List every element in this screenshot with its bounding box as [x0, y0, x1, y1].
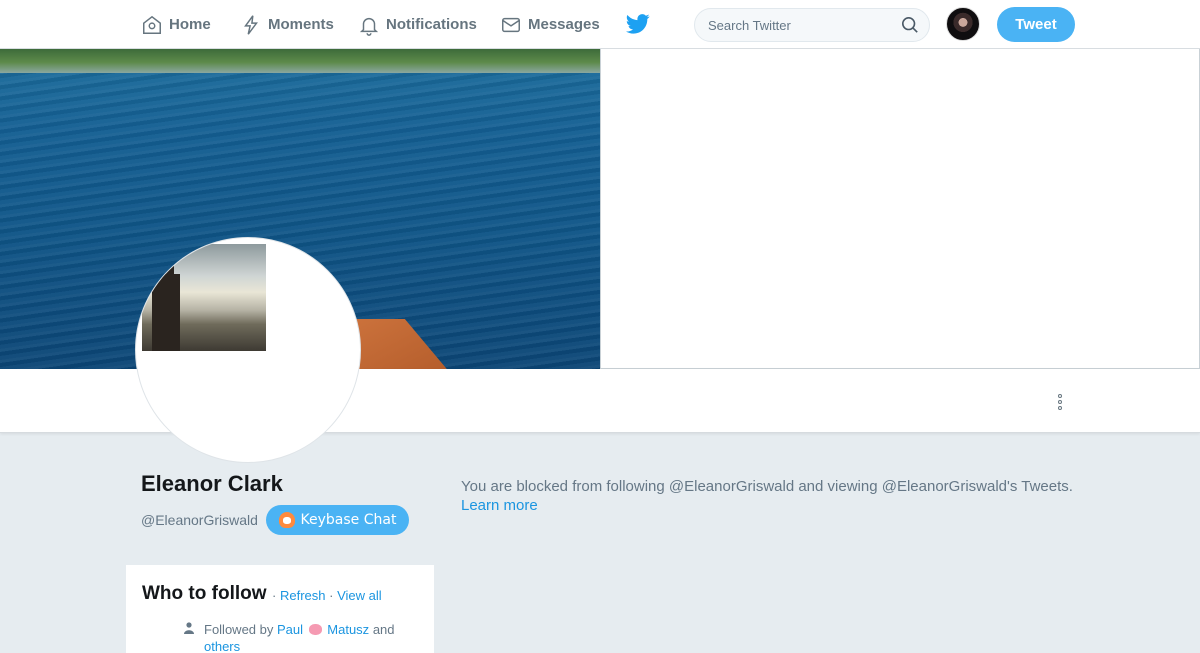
profile-avatar[interactable] — [135, 237, 361, 463]
avatar-photo — [142, 244, 266, 351]
nav-notifications-label: Notifications — [386, 16, 477, 33]
keybase-icon — [278, 512, 295, 528]
separator: · — [272, 588, 277, 603]
search-input[interactable] — [708, 17, 901, 33]
profile-name[interactable]: Eleanor Clark — [141, 471, 283, 497]
more-options-icon[interactable] — [1050, 388, 1070, 416]
keybase-chat-label: Keybase Chat — [300, 512, 397, 528]
nav-messages-label: Messages — [528, 16, 600, 33]
nav-home[interactable]: Home — [141, 0, 211, 49]
search-box[interactable] — [694, 8, 930, 42]
home-icon — [143, 15, 161, 34]
separator: · — [329, 588, 334, 603]
refresh-link[interactable]: Refresh — [280, 588, 326, 603]
account-avatar[interactable] — [946, 7, 980, 41]
search-icon[interactable] — [901, 16, 919, 34]
brain-emoji-icon — [308, 624, 322, 635]
followed-by-prefix: Followed by — [204, 622, 274, 637]
nav-home-label: Home — [169, 16, 211, 33]
follower-link[interactable]: Paul Matusz — [277, 622, 369, 637]
twitter-bird-icon[interactable] — [626, 13, 650, 35]
who-to-follow-links: · Refresh · View all — [272, 588, 382, 603]
nav-moments-label: Moments — [268, 16, 334, 33]
keybase-chat-button[interactable]: Keybase Chat — [266, 505, 409, 535]
lightning-icon — [244, 14, 258, 35]
follower-last-name[interactable]: Matusz — [327, 622, 369, 637]
follower-first-name[interactable]: Paul — [277, 622, 303, 637]
envelope-icon — [502, 17, 520, 32]
banner-shoreline — [0, 49, 600, 73]
followed-by-text: Followed by Paul Matusz and others — [204, 621, 414, 653]
banner-blank-area — [600, 49, 1200, 369]
profile-handle[interactable]: @EleanorGriswald — [141, 512, 258, 528]
bell-icon — [359, 17, 379, 36]
tweet-button[interactable]: Tweet — [997, 7, 1075, 42]
view-all-link[interactable]: View all — [337, 588, 382, 603]
learn-more-link[interactable]: Learn more — [461, 497, 538, 514]
others-link[interactable]: others — [204, 639, 240, 653]
and-word: and — [372, 622, 395, 637]
nav-messages[interactable]: Messages — [500, 0, 600, 49]
person-icon — [184, 622, 194, 634]
blocked-message: You are blocked from following @EleanorG… — [461, 478, 1073, 495]
nav-notifications[interactable]: Notifications — [358, 0, 477, 49]
nav-moments[interactable]: Moments — [240, 0, 334, 49]
who-to-follow-card: Who to follow · Refresh · View all Follo… — [126, 565, 434, 653]
who-to-follow-title: Who to follow — [142, 583, 267, 604]
top-nav-bar: Home Moments Notifications Messages Twee… — [0, 0, 1200, 49]
